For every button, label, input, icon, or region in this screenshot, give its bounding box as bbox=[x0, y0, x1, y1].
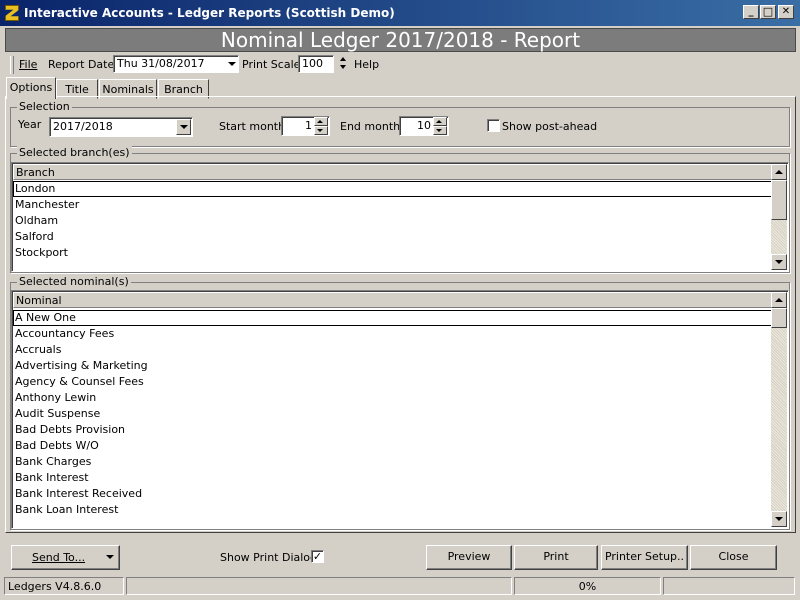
scroll-up-icon bbox=[775, 170, 783, 174]
start-month-down-button[interactable] bbox=[314, 126, 328, 135]
scroll-up-button[interactable] bbox=[771, 164, 787, 180]
list-item[interactable]: Bank Interest Received bbox=[13, 486, 144, 502]
report-date-value: Thu 31/08/2017 bbox=[117, 57, 205, 70]
preview-button[interactable]: Preview bbox=[426, 545, 512, 570]
report-date-picker[interactable]: Thu 31/08/2017 bbox=[113, 55, 239, 73]
branch-group-label: Selected branch(es) bbox=[17, 146, 132, 159]
scroll-up-button[interactable] bbox=[771, 292, 787, 308]
scroll-down-button[interactable] bbox=[771, 511, 787, 527]
list-item[interactable]: Agency & Counsel Fees bbox=[13, 374, 146, 390]
list-item[interactable]: Accruals bbox=[13, 342, 63, 358]
end-month-up-button[interactable] bbox=[433, 117, 447, 126]
window-title: Interactive Accounts - Ledger Reports (S… bbox=[24, 6, 395, 20]
year-dropdown-button[interactable] bbox=[176, 119, 191, 135]
show-print-dialog-label: Show Print Dialog bbox=[220, 551, 318, 564]
list-item[interactable]: Advertising & Marketing bbox=[13, 358, 150, 374]
scroll-down-icon bbox=[775, 517, 783, 521]
spin-down-icon bbox=[317, 129, 323, 132]
spin-up-icon bbox=[317, 120, 323, 123]
end-month-label: End month bbox=[340, 120, 401, 133]
spin-up-icon bbox=[436, 120, 442, 123]
scroll-thumb[interactable] bbox=[771, 180, 787, 220]
nominal-column-header[interactable]: Nominal bbox=[13, 292, 772, 308]
list-item[interactable]: Bad Debts Provision bbox=[13, 422, 127, 438]
spin-down-icon[interactable] bbox=[340, 65, 346, 69]
help-menu[interactable]: Help bbox=[354, 58, 379, 71]
spin-down-icon bbox=[436, 129, 442, 132]
list-item[interactable]: Salford bbox=[13, 229, 56, 245]
print-scale-input[interactable]: 100 bbox=[298, 55, 334, 73]
print-scale-spinner[interactable] bbox=[339, 55, 349, 73]
start-month-label: Start month bbox=[219, 120, 286, 133]
branch-list-scrollbar[interactable] bbox=[771, 164, 787, 270]
branch-column-header[interactable]: Branch bbox=[13, 164, 772, 180]
print-scale-value: 100 bbox=[302, 57, 323, 70]
chevron-down-icon bbox=[180, 125, 188, 129]
start-month-up-button[interactable] bbox=[314, 117, 328, 126]
close-window-button[interactable]: ✕ bbox=[778, 5, 794, 19]
scroll-up-icon bbox=[775, 298, 783, 302]
spin-up-icon[interactable] bbox=[340, 57, 346, 61]
version-label: Ledgers V4.8.6.0 bbox=[4, 577, 124, 595]
print-scale-label: Print Scale bbox=[242, 58, 301, 71]
close-button[interactable]: Close bbox=[690, 545, 777, 570]
scroll-down-button[interactable] bbox=[771, 254, 787, 270]
status-bar: Ledgers V4.8.6.0 0% bbox=[4, 577, 796, 596]
start-month-value: 1 bbox=[305, 119, 312, 132]
file-menu[interactable]: File bbox=[19, 58, 37, 71]
list-item[interactable]: Stockport bbox=[13, 245, 70, 261]
list-item[interactable]: Bank Interest bbox=[13, 470, 91, 486]
report-date-label: Report Date bbox=[48, 58, 115, 71]
app-logo-icon bbox=[5, 5, 19, 21]
nominal-list[interactable]: Nominal A New One Accountancy Fees Accru… bbox=[11, 290, 789, 529]
year-value: 2017/2018 bbox=[53, 120, 113, 133]
chevron-down-icon[interactable] bbox=[228, 62, 236, 66]
show-print-dialog-checkbox[interactable]: ✓ bbox=[311, 550, 324, 563]
list-item[interactable]: Anthony Lewin bbox=[13, 390, 98, 406]
list-item[interactable]: Bank Loan Interest bbox=[13, 502, 120, 518]
end-month-value: 10 bbox=[417, 119, 431, 132]
report-banner: Nominal Ledger 2017/2018 - Report bbox=[5, 28, 796, 52]
window-title-bar[interactable]: Interactive Accounts - Ledger Reports (S… bbox=[0, 0, 800, 26]
end-month-down-button[interactable] bbox=[433, 126, 447, 135]
show-post-ahead-label: Show post-ahead bbox=[502, 120, 598, 133]
printer-setup-button[interactable]: Printer Setup.. bbox=[601, 545, 688, 570]
minimize-button[interactable]: _ bbox=[743, 5, 759, 19]
nominal-group-label: Selected nominal(s) bbox=[17, 275, 131, 288]
list-item[interactable]: Bad Debts W/O bbox=[13, 438, 101, 454]
branch-list[interactable]: Branch London Manchester Oldham Salford … bbox=[11, 162, 789, 272]
list-item[interactable]: Audit Suspense bbox=[13, 406, 102, 422]
chevron-down-icon bbox=[106, 555, 114, 559]
print-button[interactable]: Print bbox=[514, 545, 598, 570]
list-item[interactable]: Manchester bbox=[13, 197, 81, 213]
send-to-label: Send To... bbox=[32, 551, 86, 564]
show-post-ahead-checkbox[interactable] bbox=[487, 119, 500, 132]
list-item[interactable]: Oldham bbox=[13, 213, 60, 229]
status-message bbox=[126, 577, 512, 595]
status-extra bbox=[663, 577, 795, 595]
year-select[interactable]: 2017/2018 bbox=[49, 117, 193, 137]
year-label: Year bbox=[18, 118, 42, 131]
toolbar: File Report Date Thu 31/08/2017 Print Sc… bbox=[5, 54, 796, 76]
start-month-spinner[interactable]: 1 bbox=[281, 116, 330, 136]
end-month-spinner[interactable]: 10 bbox=[399, 116, 449, 136]
list-item[interactable]: London bbox=[13, 181, 772, 197]
maximize-button[interactable]: □ bbox=[760, 5, 776, 19]
scroll-thumb[interactable] bbox=[771, 308, 787, 328]
tab-options[interactable]: Options bbox=[6, 77, 56, 99]
send-to-button[interactable]: Send To... bbox=[11, 545, 120, 570]
progress-indicator: 0% bbox=[514, 577, 661, 595]
list-item[interactable]: Bank Charges bbox=[13, 454, 93, 470]
scroll-down-icon bbox=[775, 260, 783, 264]
selection-group-label: Selection bbox=[17, 100, 72, 113]
list-item[interactable]: Accountancy Fees bbox=[13, 326, 116, 342]
list-item[interactable]: A New One bbox=[13, 310, 772, 326]
toolbar-grip[interactable] bbox=[10, 56, 14, 74]
nominal-list-scrollbar[interactable] bbox=[771, 292, 787, 527]
